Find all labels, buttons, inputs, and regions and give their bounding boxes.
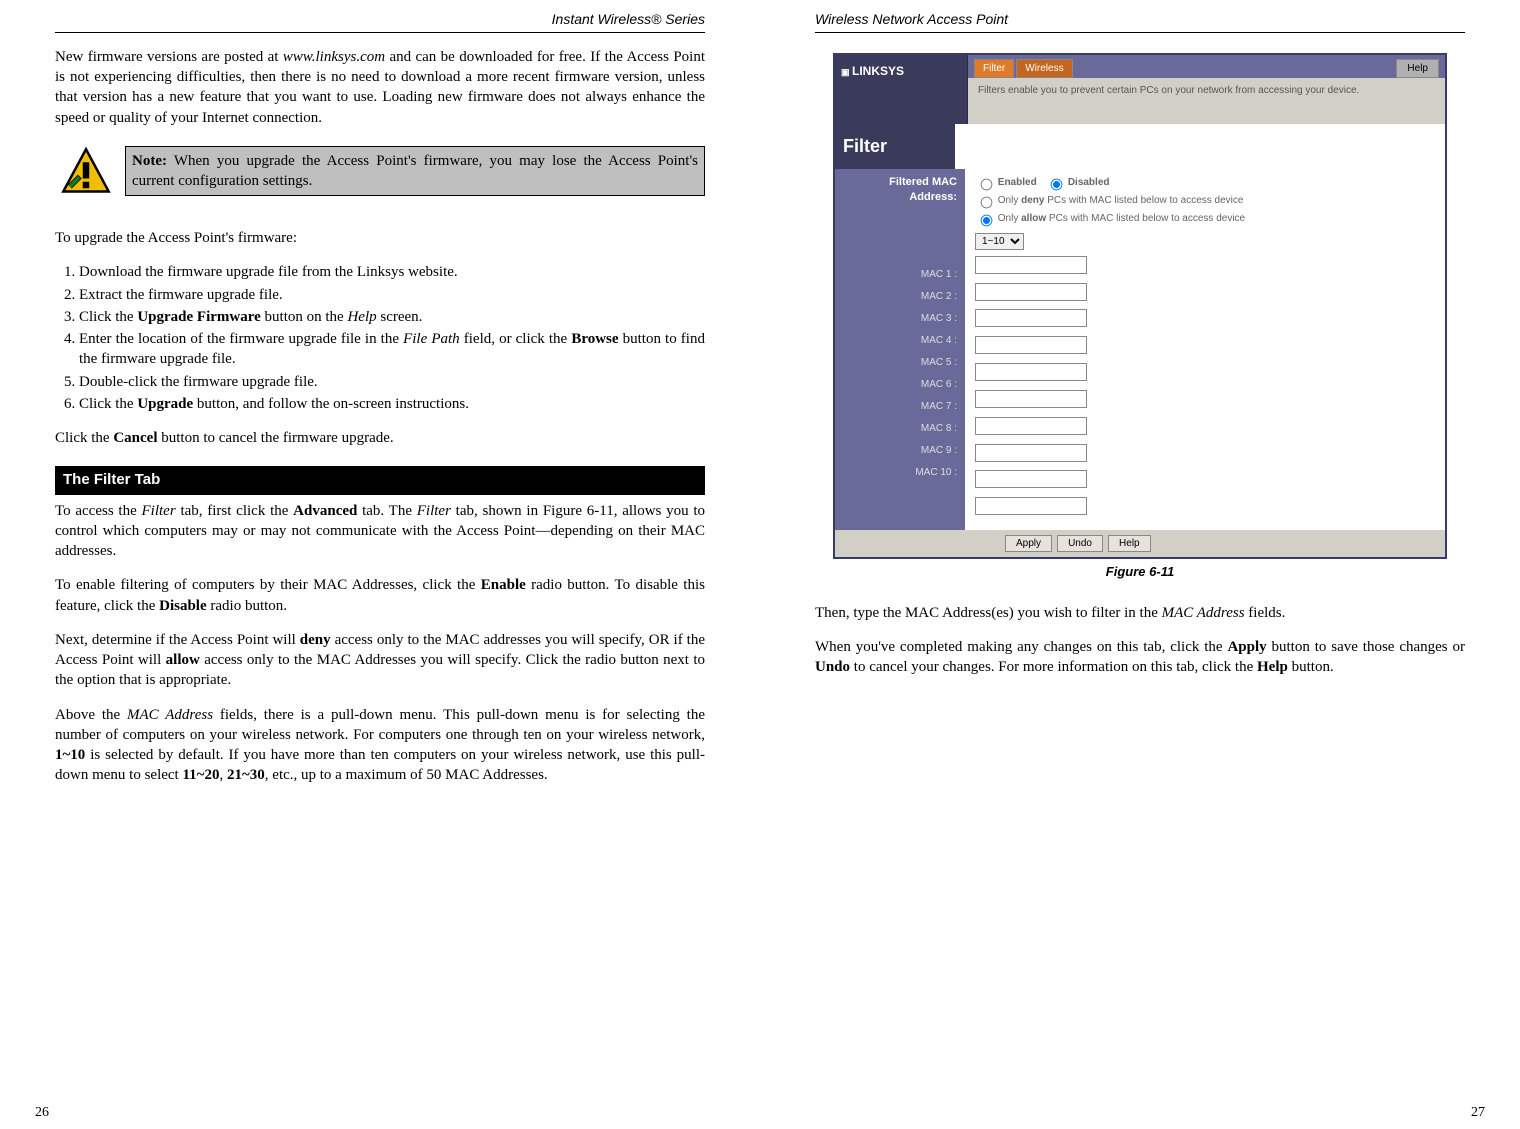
- mac-label: MAC 9 :: [843, 440, 957, 462]
- mac-input[interactable]: [975, 336, 1087, 354]
- mac-input[interactable]: [975, 363, 1087, 381]
- tab-filter[interactable]: Filter: [974, 59, 1014, 79]
- mac-label: MAC 5 :: [843, 352, 957, 374]
- mac-input[interactable]: [975, 256, 1087, 274]
- brand-logo: ▣ LINKSYS: [835, 55, 968, 125]
- page-left: Instant Wireless® Series New firmware ve…: [0, 0, 760, 1129]
- figure-caption: Figure 6-11: [833, 563, 1447, 581]
- running-head-left: Instant Wireless® Series: [55, 10, 705, 33]
- filter-p4: Above the MAC Address fields, there is a…: [55, 705, 705, 786]
- mac-label: MAC 2 :: [843, 286, 957, 308]
- note-text: Note: When you upgrade the Access Point'…: [125, 146, 705, 197]
- after-fig-p1: Then, type the MAC Address(es) you wish …: [815, 603, 1465, 623]
- side-title: Filter: [835, 124, 955, 168]
- page-number-right: 27: [1471, 1104, 1485, 1123]
- mac-label: MAC 7 :: [843, 396, 957, 418]
- filter-p3: Next, determine if the Access Point will…: [55, 630, 705, 691]
- radio-deny[interactable]: Only deny PCs with MAC listed below to a…: [975, 195, 1243, 206]
- mac-label: MAC 6 :: [843, 374, 957, 396]
- radio-enabled[interactable]: Enabled: [975, 177, 1037, 188]
- filter-p2: To enable filtering of computers by thei…: [55, 575, 705, 616]
- after-fig-p2: When you've completed making any changes…: [815, 637, 1465, 678]
- mac-label: MAC 3 :: [843, 308, 957, 330]
- page-right: Wireless Network Access Point ▣ LINKSYS …: [760, 0, 1520, 1129]
- list-item: Extract the firmware upgrade file.: [79, 285, 705, 305]
- mac-label: MAC 1 :: [843, 264, 957, 286]
- list-item: Enter the location of the firmware upgra…: [79, 329, 705, 370]
- section-filter-tab: The Filter Tab: [55, 466, 705, 494]
- mac-range-select[interactable]: 1~10: [975, 233, 1024, 250]
- tab-description: Filters enable you to prevent certain PC…: [968, 78, 1445, 124]
- list-item: Double-click the firmware upgrade file.: [79, 372, 705, 392]
- radio-disabled[interactable]: Disabled: [1045, 177, 1109, 188]
- router-ui-mock: ▣ LINKSYS Filter Wireless Help Filters e…: [833, 53, 1447, 559]
- mac-input[interactable]: [975, 497, 1087, 515]
- mac-label: MAC 10 :: [843, 462, 957, 484]
- tab-help-button[interactable]: Help: [1396, 59, 1439, 79]
- cancel-line: Click the Cancel button to cancel the fi…: [55, 428, 705, 448]
- mac-input[interactable]: [975, 417, 1087, 435]
- mac-input[interactable]: [975, 283, 1087, 301]
- undo-button[interactable]: Undo: [1057, 535, 1103, 552]
- list-item: Click the Upgrade button, and follow the…: [79, 394, 705, 414]
- warning-icon: [55, 146, 125, 204]
- filter-p1: To access the Filter tab, first click th…: [55, 501, 705, 562]
- mac-label: MAC 4 :: [843, 330, 957, 352]
- apply-button[interactable]: Apply: [1005, 535, 1052, 552]
- mac-input[interactable]: [975, 470, 1087, 488]
- upgrade-steps: Download the firmware upgrade file from …: [55, 262, 705, 414]
- list-item: Download the firmware upgrade file from …: [79, 262, 705, 282]
- figure-6-11: ▣ LINKSYS Filter Wireless Help Filters e…: [833, 53, 1447, 581]
- firmware-intro: New firmware versions are posted at www.…: [55, 47, 705, 128]
- page-number-left: 26: [35, 1104, 49, 1123]
- tab-wireless[interactable]: Wireless: [1016, 59, 1072, 79]
- list-item: Click the Upgrade Firmware button on the…: [79, 307, 705, 327]
- note-block: Note: When you upgrade the Access Point'…: [55, 146, 705, 204]
- help-button[interactable]: Help: [1108, 535, 1151, 552]
- upgrade-lead: To upgrade the Access Point's firmware:: [55, 228, 705, 248]
- mac-input[interactable]: [975, 390, 1087, 408]
- mac-input[interactable]: [975, 444, 1087, 462]
- running-head-right: Wireless Network Access Point: [815, 10, 1465, 33]
- mac-label: MAC 8 :: [843, 418, 957, 440]
- mac-input[interactable]: [975, 309, 1087, 327]
- radio-allow[interactable]: Only allow PCs with MAC listed below to …: [975, 213, 1245, 224]
- filtered-mac-label: Filtered MAC Address:: [843, 175, 957, 205]
